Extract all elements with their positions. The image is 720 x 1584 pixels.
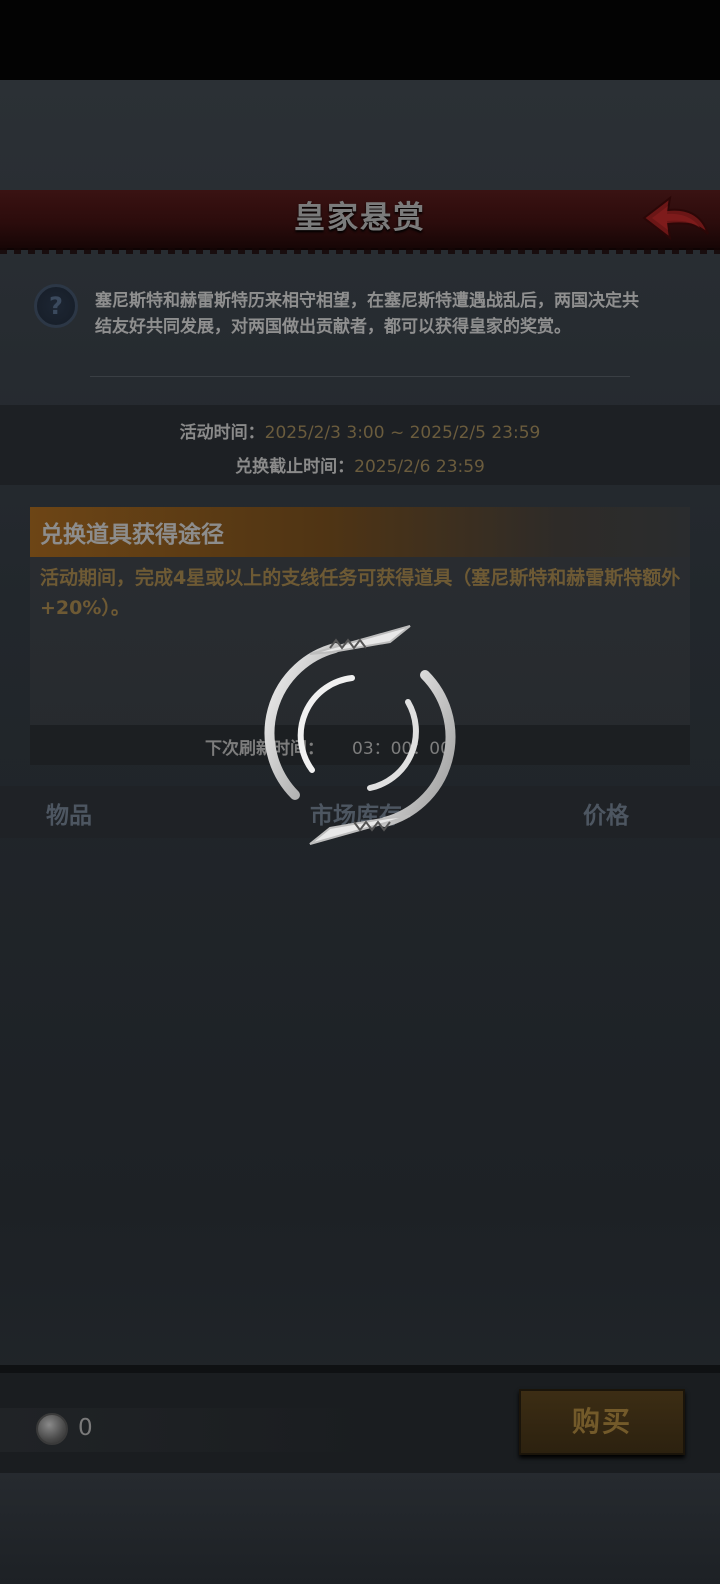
- divider: [90, 376, 630, 377]
- title-banner: 皇家悬赏: [0, 190, 720, 254]
- exchange-panel-title: 兑换道具获得途径: [40, 522, 224, 548]
- intro-description: 塞尼斯特和赫雷斯特历来相守相望，在塞尼斯特遭遇战乱后，两国决定共结友好共同发展，…: [95, 291, 639, 337]
- currency-count: 0: [78, 1415, 93, 1441]
- bottom-strip: [0, 1473, 720, 1584]
- loading-spinner: [240, 620, 480, 850]
- activity-time-label: 活动时间：: [179, 423, 265, 443]
- status-bar-area: [0, 0, 720, 80]
- column-item: 物品: [46, 803, 92, 829]
- buy-button[interactable]: 购买: [519, 1389, 685, 1455]
- page-title: 皇家悬赏: [294, 200, 426, 236]
- deadline-time-label: 兑换截止时间：: [235, 457, 355, 477]
- event-time-panel: 活动时间：2025/2/3 3:00 ~ 2025/2/5 23:59 兑换截止…: [0, 405, 720, 485]
- buy-button-label: 购买: [571, 1405, 632, 1438]
- coin-icon: [36, 1413, 68, 1445]
- deadline-time-row: 兑换截止时间：2025/2/6 23:59: [0, 452, 720, 477]
- deadline-time-value: 2025/2/6 23:59: [354, 457, 485, 477]
- exchange-panel-header: 兑换道具获得途径: [30, 507, 690, 557]
- help-icon[interactable]: ?: [34, 284, 78, 328]
- back-arrow-icon: [642, 195, 709, 241]
- activity-time-row: 活动时间：2025/2/3 3:00 ~ 2025/2/5 23:59: [0, 418, 720, 443]
- column-price: 价格: [583, 803, 629, 829]
- activity-time-value: 2025/2/3 3:00 ~ 2025/2/5 23:59: [264, 423, 541, 443]
- exchange-panel-description: 活动期间，完成4星或以上的支线任务可获得道具（塞尼斯特和赫雷斯特额外+20%）。: [40, 567, 681, 619]
- loading-spinner-icon: [264, 625, 456, 845]
- back-button[interactable]: [640, 192, 712, 246]
